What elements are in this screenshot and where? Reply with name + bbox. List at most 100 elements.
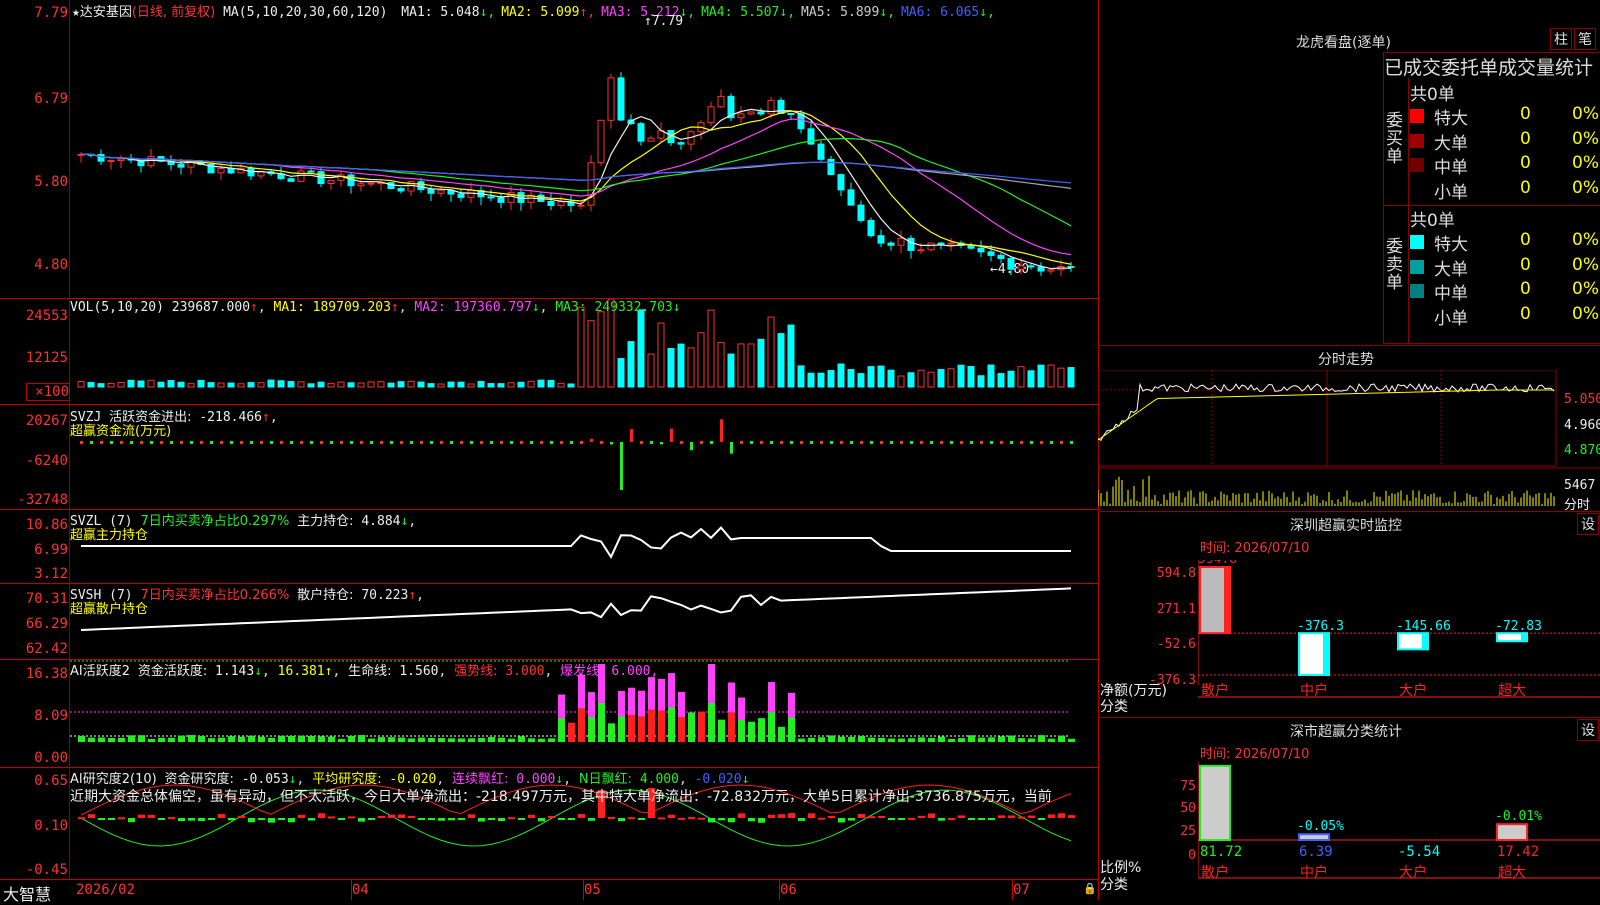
svzj-dot — [560, 441, 563, 444]
svzj-dot — [450, 441, 453, 444]
research-bar — [1048, 814, 1055, 818]
research-bar — [868, 816, 875, 819]
date-tick: 2026/02 — [76, 882, 136, 898]
research-bar — [358, 818, 365, 822]
research-bar — [1008, 815, 1015, 818]
volume-bar — [167, 380, 175, 388]
volume-bar — [747, 343, 755, 388]
row-count: 0 — [1520, 177, 1531, 198]
volume-bar — [717, 342, 725, 388]
svzj-dot — [780, 441, 783, 444]
row-label: 大单 — [1434, 259, 1468, 280]
ma4-line — [80, 138, 1072, 227]
class-bar[interactable]: -0.01% 17.42 超大 — [1495, 809, 1542, 881]
svzj-bar — [660, 442, 663, 445]
active-bar — [268, 737, 275, 742]
row-label: 小单 — [1434, 308, 1468, 329]
active-bar — [608, 723, 615, 742]
volume-bar — [877, 365, 885, 388]
intraday-chart[interactable] — [1098, 370, 1600, 510]
research-bar — [238, 815, 245, 818]
row-count: 0 — [1520, 303, 1531, 324]
svsh-tick: 70.31 — [25, 591, 68, 607]
active-bar — [808, 737, 815, 742]
lock-icon[interactable]: 🔒 — [1083, 882, 1097, 895]
active-bar — [148, 738, 155, 742]
lhb-row: 中单 0 0% — [1410, 279, 1600, 304]
sz-class-settings-button[interactable]: 设 — [1577, 719, 1599, 741]
volume-bar — [567, 383, 575, 388]
volume-bar — [347, 382, 355, 388]
monitor-bar[interactable]: -145.66 大户 — [1396, 619, 1451, 699]
research-bar — [948, 817, 955, 820]
active-bar — [1018, 738, 1025, 742]
research-bar — [518, 818, 525, 820]
research-bar — [218, 813, 225, 818]
svzj-dot — [180, 441, 183, 444]
monitor-bar[interactable]: -376.3 中户 — [1297, 619, 1344, 699]
research-bar — [808, 813, 815, 818]
candle-body — [977, 247, 985, 253]
row-label: 大单 — [1434, 133, 1468, 154]
research-bar — [758, 818, 765, 823]
active-bar — [938, 736, 945, 742]
volume-bar — [207, 382, 215, 388]
research-bar — [658, 817, 665, 820]
vol-unit[interactable]: ×100 — [26, 383, 70, 401]
svzj-dot — [760, 441, 763, 444]
sz-class-chart[interactable]: +0.08% 81.72 散户 -0.05% 6.39 中户 -5.54 大户 -0.01% 17… — [1198, 762, 1600, 900]
svzj-dot — [420, 441, 423, 444]
research-bar — [208, 818, 215, 820]
research-bar — [628, 817, 635, 820]
candle-body — [917, 249, 925, 252]
candle-body — [937, 242, 945, 245]
lhb-title: 龙虎看盘(逐单) — [1296, 35, 1391, 51]
volume-bar — [937, 369, 945, 388]
brand-logo[interactable]: 大智慧 — [3, 881, 51, 905]
svzl-line — [81, 526, 1071, 560]
active-bar — [1008, 735, 1015, 742]
volume-bar — [757, 338, 765, 388]
sz-monitor-chart[interactable]: 594.8 散户 -376.3 中户 -145.66 大户 -72.83 超大 — [1198, 560, 1600, 715]
monitor-bar[interactable]: -72.83 超大 — [1495, 619, 1542, 699]
sz-monitor-settings-button[interactable]: 设 — [1577, 513, 1599, 535]
monitor-category: 散户 — [1201, 682, 1229, 699]
color-swatch — [1410, 235, 1424, 249]
candle-body — [297, 170, 305, 182]
color-swatch — [1410, 109, 1424, 123]
class-bar[interactable]: +0.08% 81.72 散户 — [1198, 762, 1245, 881]
class-bar[interactable]: -0.05% 6.39 中户 — [1297, 819, 1344, 881]
research-bar — [618, 818, 625, 822]
svzj-dot — [880, 441, 883, 444]
volume-bar — [507, 382, 515, 388]
active-bar — [118, 737, 125, 742]
monitor-bar[interactable]: 594.8 散户 — [1198, 560, 1237, 699]
volume-bar — [117, 381, 125, 388]
research-bar — [818, 817, 825, 820]
price-tick: 5.80 — [34, 174, 68, 190]
research-bar — [528, 814, 535, 818]
class-bar[interactable]: -5.54 大户 — [1398, 844, 1440, 881]
candle-body — [177, 164, 185, 168]
active-bar — [178, 735, 185, 742]
svzj-dot — [800, 441, 803, 444]
bar-view-button[interactable]: 柱 — [1550, 28, 1572, 50]
svzj-dot — [320, 441, 323, 444]
row-label: 特大 — [1434, 109, 1468, 129]
volume-bar — [87, 381, 95, 388]
active-bar — [88, 737, 95, 742]
active-bar — [78, 735, 85, 742]
research-bar — [168, 817, 175, 820]
volume-bar — [897, 375, 905, 388]
active-bar — [258, 736, 265, 742]
volume-bar — [817, 372, 825, 388]
volume-bar — [457, 381, 465, 388]
active-bar — [308, 736, 315, 742]
kline-chart[interactable] — [70, 0, 1098, 880]
active-bar-top — [708, 664, 715, 703]
tick-view-button[interactable]: 笔 — [1574, 28, 1596, 50]
candle-body — [557, 201, 565, 206]
research-bar — [278, 818, 285, 820]
active-bar — [868, 737, 875, 742]
buy-orders-label: 委买单 — [1386, 111, 1403, 167]
